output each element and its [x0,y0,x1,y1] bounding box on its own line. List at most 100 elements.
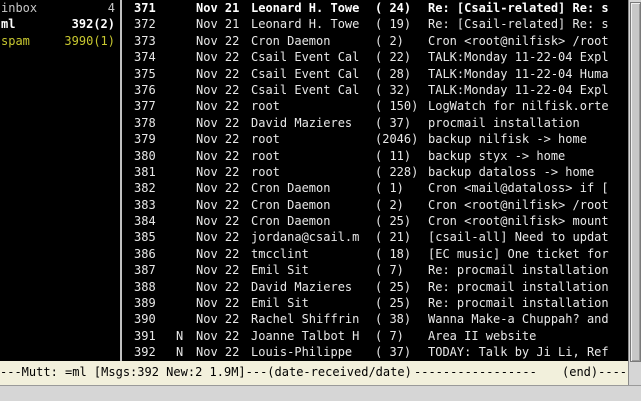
message-flag: N [176,328,184,343]
message-subject: TALK:Monday 11-22-04 Expl [428,82,609,97]
message-date: Nov 22 [196,33,240,48]
status-end: (end)---- [562,365,628,379]
message-number: 391 [134,328,156,343]
message-number: 390 [134,312,156,327]
message-row[interactable]: 384 Nov 22 Cron Daemon ( 25) Cron <root@nilf… [128,213,628,229]
message-sender: Cron Daemon [251,181,331,196]
message-subject: Re: [Csail-related] Re: s [428,1,609,15]
message-subject: procmail installation [428,115,580,130]
message-date: Nov 22 [196,312,240,327]
message-size: ( 7) [375,263,404,278]
message-date: Nov 22 [196,115,240,130]
message-row[interactable]: 387 Nov 22 Emil Sit ( 7) Re: procmail instal… [128,262,628,278]
message-size: ( 11) [375,148,412,163]
message-sender: root [251,99,280,114]
status-fill: ----------------- [414,365,537,379]
message-number: 384 [134,214,156,229]
message-size: ( 21) [375,230,412,245]
mailbox-item-spam[interactable]: spam 3990(1) [0,33,119,49]
mailbox-count: 3990(1) [64,33,115,48]
mailbox-name: ml [1,17,16,32]
status-text: ---Mutt: =ml [Msgs:392 New:2 1.9M]---(da… [0,365,412,379]
message-row[interactable]: 388 Nov 22 David Mazieres ( 25) Re: procmail… [128,279,628,295]
window-bottom-frame [0,385,641,401]
message-number: 375 [134,66,156,81]
message-sender: David Mazieres [251,115,353,130]
message-size: ( 38) [375,312,412,327]
message-row[interactable]: 381 Nov 22 root ( 228) backup dataloss -> ho… [128,164,628,180]
message-subject: Area II website [428,328,537,343]
message-flag: N [176,345,184,360]
message-date: Nov 22 [196,328,240,343]
message-row[interactable]: 377 Nov 22 root ( 150) LogWatch for nilfisk.… [128,98,628,114]
message-sender: root [251,148,280,163]
message-row[interactable]: 378 Nov 22 David Mazieres ( 37) procmail ins… [128,115,628,131]
message-date: Nov 22 [196,164,240,179]
message-subject: backup dataloss -> home [428,164,595,179]
message-size: ( 22) [375,50,412,65]
message-sender: David Mazieres [251,279,353,294]
message-sender: Cron Daemon [251,197,331,212]
message-sender: Leonard H. Towe [251,17,360,32]
message-sender: tmcclint [251,246,309,261]
message-size: ( 28) [375,66,412,81]
message-number: 392 [134,345,156,360]
message-row[interactable]: 383 Nov 22 Cron Daemon ( 2) Cron <root@nilfi… [128,197,628,213]
message-date: Nov 22 [196,296,240,311]
message-row[interactable]: 372 Nov 21 Leonard H. Towe ( 19) Re: [Csail-… [128,16,628,32]
message-date: Nov 21 [196,17,240,32]
message-subject: Re: procmail installation [428,296,609,311]
message-row[interactable]: 385 Nov 22 jordana@csail.m ( 21) [csail-all]… [128,229,628,245]
message-sender: Emil Sit [251,263,309,278]
message-number: 374 [134,50,156,65]
message-row[interactable]: 392 N Nov 22 Louis-Philippe ( 37) TODAY: Talk… [128,344,628,360]
terminal-scrollbar[interactable] [628,0,641,385]
message-date: Nov 22 [196,99,240,114]
message-date: Nov 21 [196,1,240,15]
message-row[interactable]: 374 Nov 22 Csail Event Cal ( 22) TALK:Monday… [128,49,628,65]
message-date: Nov 22 [196,345,240,360]
mailbox-item-inbox[interactable]: inbox 4 [0,0,119,16]
mailbox-name: inbox [1,1,38,15]
message-date: Nov 22 [196,66,240,81]
message-row[interactable]: 382 Nov 22 Cron Daemon ( 1) Cron <mail@datal… [128,180,628,196]
message-subject: Cron <mail@dataloss> if [ [428,181,609,196]
message-number: 377 [134,99,156,114]
message-size: ( 2) [375,33,404,48]
message-date: Nov 22 [196,230,240,245]
message-index: 371 Nov 21 Leonard H. Towe ( 24) Re: [Csail-… [128,0,628,361]
message-number: 386 [134,246,156,261]
message-sender: Csail Event Cal [251,50,360,65]
message-date: Nov 22 [196,148,240,163]
message-row[interactable]: 376 Nov 22 Csail Event Cal ( 32) TALK:Monday… [128,82,628,98]
message-row[interactable]: 390 Nov 22 Rachel Shiffrin ( 38) Wanna Make-… [128,311,628,327]
mailbox-count: 4 [107,1,115,15]
message-row[interactable]: 386 Nov 22 tmcclint ( 18) [EC music] One tic… [128,246,628,262]
message-row[interactable]: 380 Nov 22 root ( 11) backup styx -> home [128,148,628,164]
message-row[interactable]: 375 Nov 22 Csail Event Cal ( 28) TALK:Monday… [128,66,628,82]
message-number: 372 [134,17,156,32]
scrollbar-thumb[interactable] [630,2,641,362]
message-size: ( 37) [375,115,412,130]
message-number: 379 [134,132,156,147]
message-row[interactable]: 389 Nov 22 Emil Sit ( 25) Re: procmail insta… [128,295,628,311]
message-row[interactable]: 379 Nov 22 root (2046) backup nilfisk -> hom… [128,131,628,147]
message-row[interactable]: 373 Nov 22 Cron Daemon ( 2) Cron <root@nilfi… [128,33,628,49]
message-subject: backup styx -> home [428,148,566,163]
mailbox-item-ml[interactable]: ml 392(2) [0,16,119,32]
message-number: 383 [134,197,156,212]
message-size: ( 228) [375,164,419,179]
message-date: Nov 22 [196,50,240,65]
message-subject: LogWatch for nilfisk.orte [428,99,609,114]
message-size: ( 150) [375,99,419,114]
message-sender: root [251,164,280,179]
message-subject: Wanna Make-a Chuppah? and [428,312,609,327]
message-size: ( 25) [375,296,412,311]
message-subject: Re: procmail installation [428,263,609,278]
message-date: Nov 22 [196,263,240,278]
message-row[interactable]: 391 N Nov 22 Joanne Talbot H ( 7) Area II web… [128,328,628,344]
status-bar: ---Mutt: =ml [Msgs:392 New:2 1.9M]---(da… [0,361,628,385]
message-row[interactable]: 371 Nov 21 Leonard H. Towe ( 24) Re: [Csail-… [128,0,628,17]
message-sender: Rachel Shiffrin [251,312,360,327]
message-sender: Louis-Philippe [251,345,353,360]
